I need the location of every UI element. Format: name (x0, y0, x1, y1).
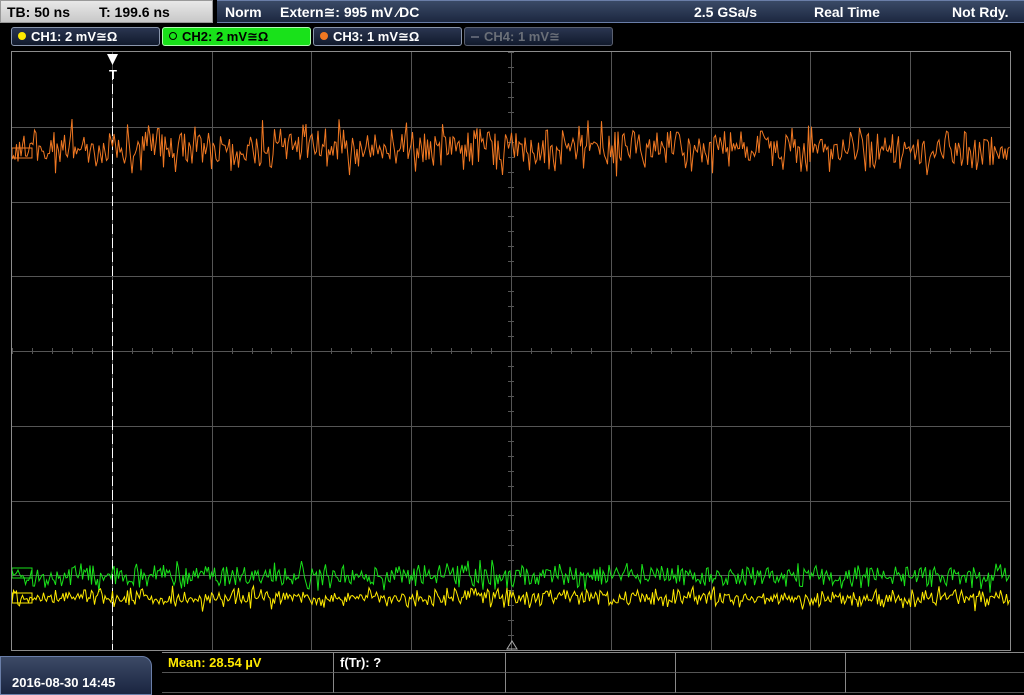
ch3-label: CH3: 1 mV≅Ω (333, 29, 420, 44)
acquisition-state: Not Rdy. (952, 4, 1009, 20)
timebase-box[interactable]: TB: 50 ns T: 199.6 ns (0, 0, 213, 23)
ch2-color-dot (169, 32, 177, 40)
trigger-marker-label: T (109, 67, 117, 82)
trigger-source: Extern≅: 995 mV ⁄DC (280, 4, 420, 20)
ch2-label: CH2: 2 mV≅Ω (182, 29, 269, 44)
tab-ch4[interactable]: CH4: 1 mV≅ (464, 27, 613, 46)
ch1-label: CH1: 2 mV≅Ω (31, 29, 118, 44)
acquisition-bar[interactable]: Norm Extern≅: 995 mV ⁄DC 2.5 GSa/s Real … (217, 0, 1024, 23)
measurement-mean[interactable]: Mean: 28.54 µV (162, 653, 334, 673)
datetime: 2016-08-30 14:45 (12, 675, 116, 690)
ch2-offset-marker-icon (12, 567, 33, 579)
ch1-color-dot (18, 32, 26, 40)
measurement-slot-4[interactable] (676, 653, 846, 673)
measurement-slot-7[interactable] (334, 673, 506, 693)
tab-ch2[interactable]: CH2: 2 mV≅Ω (162, 27, 311, 46)
tab-ch3[interactable]: CH3: 1 mV≅Ω (313, 27, 462, 46)
ch4-off-icon (471, 36, 479, 38)
measurement-panel[interactable]: Mean: 28.54 µV f(Tr): ? (162, 652, 1024, 695)
tab-ch1[interactable]: CH1: 2 mV≅Ω (11, 27, 160, 46)
waveform-display[interactable]: T (11, 51, 1011, 651)
waveform-traces (12, 118, 1010, 612)
mean-value: Mean: 28.54 µV (168, 655, 262, 670)
ftr-value: f(Tr): ? (340, 655, 382, 670)
ch2-trace (12, 559, 1010, 593)
measurement-slot-6[interactable] (162, 673, 334, 693)
measurement-slot-5[interactable] (846, 653, 1024, 673)
measurement-slot-3[interactable] (506, 653, 676, 673)
sample-rate: 2.5 GSa/s (694, 4, 758, 20)
ch1-trace (12, 584, 1010, 612)
trigger-time-value: T: 199.6 ns (99, 4, 170, 20)
acquisition-mode: Real Time (814, 4, 880, 20)
ch3-color-dot (320, 32, 328, 40)
measurement-slot-9[interactable] (676, 673, 846, 693)
trigger-mode: Norm (225, 4, 262, 20)
ch3-trace (12, 118, 1010, 177)
measurement-slot-8[interactable] (506, 673, 676, 693)
timebase-value: TB: 50 ns (7, 4, 71, 20)
measurement-ftr[interactable]: f(Tr): ? (334, 653, 506, 673)
datetime-box: 2016-08-30 14:45 (0, 656, 152, 695)
ch4-label: CH4: 1 mV≅ (484, 29, 560, 44)
status-bar: TB: 50 ns T: 199.6 ns Norm Extern≅: 995 … (0, 0, 1024, 24)
measurement-slot-10[interactable] (846, 673, 1024, 693)
